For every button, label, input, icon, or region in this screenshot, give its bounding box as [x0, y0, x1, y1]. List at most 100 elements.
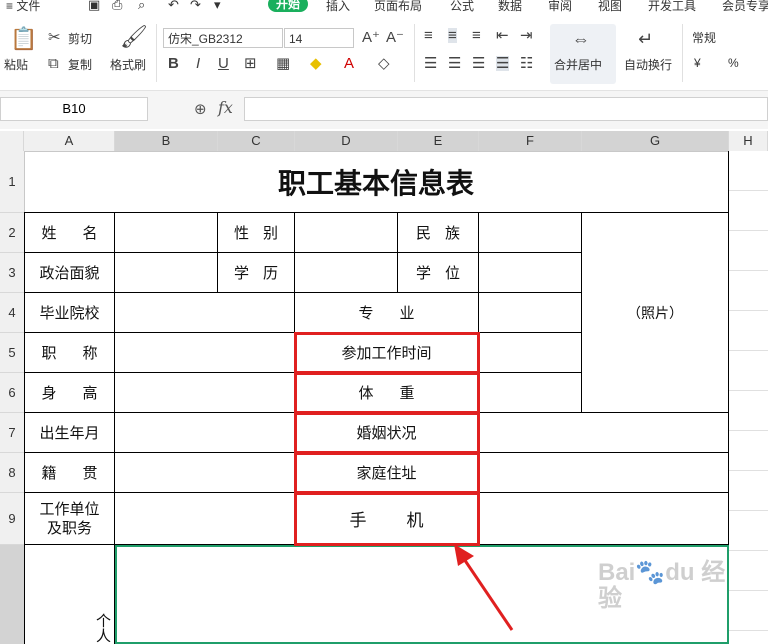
- merge-icon[interactable]: ⇔: [572, 30, 590, 48]
- row-header-9[interactable]: 9: [0, 493, 24, 545]
- align-center-icon[interactable]: ☰: [448, 56, 461, 71]
- justify-icon[interactable]: ☰: [496, 56, 510, 71]
- value-weight[interactable]: [479, 373, 582, 413]
- label-name[interactable]: 姓名: [24, 213, 115, 253]
- fill-color-icon[interactable]: ◆: [310, 56, 322, 71]
- percent-button[interactable]: %: [728, 56, 739, 70]
- bold-icon[interactable]: B: [168, 56, 179, 71]
- fx-icon[interactable]: fx: [218, 98, 233, 117]
- row-header-4[interactable]: 4: [0, 293, 24, 333]
- label-school[interactable]: 毕业院校: [24, 293, 115, 333]
- label-ethnicity[interactable]: 民族: [398, 213, 479, 253]
- tab-view[interactable]: 视图: [598, 0, 622, 14]
- row-header-7[interactable]: 7: [0, 413, 24, 453]
- sheet-title[interactable]: 职工基本信息表: [24, 151, 729, 213]
- align-left-icon[interactable]: ☰: [424, 56, 437, 71]
- align-top-icon[interactable]: ≡: [424, 28, 433, 43]
- value-address[interactable]: [479, 453, 729, 493]
- row-header-6[interactable]: 6: [0, 373, 24, 413]
- column-header-c[interactable]: C: [218, 131, 295, 151]
- label-major[interactable]: 专业: [295, 293, 479, 333]
- value-birth[interactable]: [115, 413, 295, 453]
- column-header-g[interactable]: G: [582, 131, 729, 151]
- underline-icon[interactable]: U: [218, 56, 229, 71]
- indent-decrease-icon[interactable]: ⇤: [496, 28, 509, 43]
- clear-icon[interactable]: ◇: [378, 56, 390, 71]
- label-gender[interactable]: 性别: [218, 213, 295, 253]
- zoom-icon[interactable]: ⊕: [194, 100, 207, 118]
- wrap-icon[interactable]: ↵: [638, 30, 653, 48]
- value-education[interactable]: [295, 253, 398, 293]
- cut-button[interactable]: 剪切: [68, 30, 92, 47]
- border-icon[interactable]: ⊞: [244, 56, 257, 71]
- value-ethnicity[interactable]: [479, 213, 582, 253]
- label-origin[interactable]: 籍贯: [24, 453, 115, 493]
- paste-button[interactable]: 粘贴: [4, 56, 28, 73]
- scissors-icon[interactable]: ✂: [48, 30, 61, 45]
- label-political[interactable]: 政治面貌: [24, 253, 115, 293]
- copy-icon[interactable]: ⧉: [48, 56, 59, 71]
- value-marital[interactable]: [479, 413, 729, 453]
- wrap-text-button[interactable]: 自动换行: [624, 56, 672, 73]
- value-major[interactable]: [479, 293, 582, 333]
- value-title[interactable]: [115, 333, 295, 373]
- formula-input[interactable]: [244, 97, 768, 121]
- paste-icon[interactable]: 📋: [10, 28, 37, 50]
- column-header-b[interactable]: B: [115, 131, 218, 151]
- value-phone[interactable]: [479, 493, 729, 545]
- label-degree[interactable]: 学位: [398, 253, 479, 293]
- tab-formulas[interactable]: 公式: [450, 0, 474, 14]
- name-box[interactable]: B10: [0, 97, 148, 121]
- column-header-f[interactable]: F: [479, 131, 582, 151]
- value-gender[interactable]: [295, 213, 398, 253]
- italic-icon[interactable]: I: [196, 56, 200, 71]
- value-political[interactable]: [115, 253, 218, 293]
- value-degree[interactable]: [479, 253, 582, 293]
- brush-icon[interactable]: 🖌: [120, 26, 148, 48]
- number-format-select[interactable]: 常规: [688, 28, 768, 48]
- row-header-5[interactable]: 5: [0, 333, 24, 373]
- label-employer[interactable]: 工作单位 及职务: [24, 493, 115, 545]
- merge-center-button[interactable]: 合并居中: [554, 56, 602, 73]
- tab-data[interactable]: 数据: [498, 0, 522, 14]
- row-header-10[interactable]: [0, 545, 24, 644]
- font-color-icon[interactable]: A: [344, 56, 354, 71]
- copy-button[interactable]: 复制: [68, 56, 92, 73]
- align-bottom-icon[interactable]: ≡: [472, 28, 481, 43]
- print-icon[interactable]: ⎙: [112, 0, 122, 13]
- column-header-e[interactable]: E: [398, 131, 479, 151]
- value-origin[interactable]: [115, 453, 295, 493]
- row-header-8[interactable]: 8: [0, 453, 24, 493]
- label-title[interactable]: 职称: [24, 333, 115, 373]
- value-employer[interactable]: [115, 493, 295, 545]
- label-birth[interactable]: 出生年月: [24, 413, 115, 453]
- label-education[interactable]: 学历: [218, 253, 295, 293]
- column-header-a[interactable]: A: [24, 131, 115, 151]
- currency-button[interactable]: ¥: [694, 56, 701, 70]
- select-all-corner[interactable]: [0, 131, 24, 151]
- align-middle-icon[interactable]: ≡: [448, 28, 457, 43]
- tab-member[interactable]: 会员专享: [722, 0, 768, 14]
- indent-increase-icon[interactable]: ⇥: [520, 28, 533, 43]
- distribute-icon[interactable]: ☷: [520, 56, 533, 71]
- tab-developer[interactable]: 开发工具: [648, 0, 696, 14]
- preview-icon[interactable]: ⌕: [138, 0, 145, 13]
- row-header-3[interactable]: 3: [0, 253, 24, 293]
- tab-page-layout[interactable]: 页面布局: [374, 0, 422, 14]
- row-header-1[interactable]: 1: [0, 151, 24, 213]
- value-height[interactable]: [115, 373, 295, 413]
- tab-review[interactable]: 审阅: [548, 0, 572, 14]
- row-header-2[interactable]: 2: [0, 213, 24, 253]
- align-right-icon[interactable]: ☰: [472, 56, 485, 71]
- undo-icon[interactable]: ↶: [168, 0, 179, 13]
- tab-home[interactable]: 开始: [268, 0, 309, 12]
- column-header-d[interactable]: D: [295, 131, 398, 151]
- font-shrink-icon[interactable]: A⁻: [386, 30, 404, 45]
- value-work-start[interactable]: [479, 333, 582, 373]
- font-size-select[interactable]: 14: [284, 28, 354, 48]
- column-header-h[interactable]: H: [729, 131, 768, 151]
- redo-icon[interactable]: ↷: [190, 0, 201, 13]
- value-name[interactable]: [115, 213, 218, 253]
- tab-insert[interactable]: 插入: [326, 0, 350, 14]
- fill-pattern-icon[interactable]: ▦: [276, 56, 290, 71]
